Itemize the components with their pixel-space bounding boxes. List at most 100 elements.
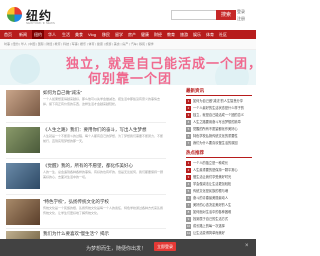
nav-item-sports[interactable]: 体育 xyxy=(206,30,214,39)
article-title[interactable]: 《觉醒》我的，所有的不愿望，都化作美好心 xyxy=(43,163,133,169)
sidebar-link[interactable]: 11 让生活变得简单而美好 xyxy=(186,230,250,236)
nav-item-study[interactable]: 留学 xyxy=(115,30,123,39)
sidebar-link-label: 特色学校弘扬传统文化的重要性 xyxy=(193,134,238,138)
site-logo-subtitle: NEWYORK ★ NEWS xyxy=(26,21,55,25)
rank-badge: 8 xyxy=(186,210,191,215)
rank-badge: 2 xyxy=(186,168,191,173)
nav-item-immigration[interactable]: 移民 xyxy=(102,30,110,39)
article-thumbnail[interactable] xyxy=(6,163,40,189)
sidebar-link[interactable]: 7 美好的心态决定美好的人生 xyxy=(186,202,250,208)
nav-item-health[interactable]: 健康 xyxy=(141,30,149,39)
nav-item-chinese[interactable]: 华人 xyxy=(48,30,56,39)
nav-item-travel[interactable]: 旅游 xyxy=(180,30,188,39)
sidebar-heading: 热点推荐 xyxy=(186,150,204,155)
login-now-button[interactable]: 立即登录 xyxy=(154,242,176,251)
article-title[interactable]: 如何为自己做“减法” xyxy=(43,90,82,96)
sidebar-link[interactable]: 1 一个人的独立是一种成长 xyxy=(186,160,250,166)
sidebar-link[interactable]: 6 特色学校弘扬传统文化的重要性 xyxy=(186,133,250,139)
sidebar-link[interactable]: 3 慢生活让我们享受美好时光 xyxy=(186,174,250,180)
sidebar-link-label: 人生最重要的是保持一颗平常心 xyxy=(193,168,238,172)
nav-item-news[interactable]: 新闻 xyxy=(19,30,27,39)
banner-subheadline: 何别靠一个团 xyxy=(88,71,173,86)
article-thumbnail[interactable] xyxy=(6,90,40,116)
nav-item-food[interactable]: 美食 xyxy=(75,30,83,39)
search-button[interactable]: 搜索 xyxy=(216,10,236,20)
banner-decoration xyxy=(10,54,40,84)
sidebar-link[interactable]: 10 成长路上的每一次选择 xyxy=(186,223,250,229)
top-header: 纽约 NEWYORK ★ NEWS 搜索 登录 注册 xyxy=(0,0,256,30)
divider xyxy=(6,194,166,195)
nav-item-education[interactable]: 教育 xyxy=(167,30,175,39)
article-thumbnail[interactable] xyxy=(6,231,40,239)
sidebar-link-label: 一个人的独立是一种成长 xyxy=(193,161,229,165)
login-link[interactable]: 登录 xyxy=(237,9,245,15)
sidebar-link-label: 独立，就是自己能活成一个团的意义 xyxy=(193,113,244,117)
nav-item-realestate[interactable]: 房产 xyxy=(128,30,136,39)
sidebar-link[interactable]: 7 我们为什么要喜欢慢生活的原因 xyxy=(186,140,250,146)
nav-item-finance[interactable]: 财经 xyxy=(154,30,162,39)
sidebar-link-label: 我们为什么要喜欢慢生活的原因 xyxy=(193,141,238,145)
sub-nav-links[interactable]: 时事 | 纽约 | 华人 | 中国 | 国际 | 财经 | 教育 | 科技 | … xyxy=(4,42,154,46)
nav-item-vlog[interactable]: Vlog xyxy=(88,30,96,39)
sidebar-link-label: 找到属于自己的生活方式 xyxy=(193,217,229,221)
sidebar-link[interactable]: 3 独立，就是自己能活成一个团的意义 xyxy=(186,112,250,118)
rank-badge: 9 xyxy=(186,217,191,222)
sidebar-link-label: 慢生活让我们享受美好时光 xyxy=(193,175,232,179)
sidebar-heading: 最新资讯 xyxy=(186,88,204,93)
divider xyxy=(186,157,252,158)
rank-badge: 6 xyxy=(186,134,191,139)
article-summary: 人生就是一个不断奋斗的过程，每个人都有自己的梦想，为了梦想我们需要不断努力，不断… xyxy=(43,134,164,143)
sidebar-link[interactable]: 8 如何面对生活中的各种困难 xyxy=(186,209,250,215)
sidebar-link[interactable]: 2 一个人最好的生活状态是什么样子的 xyxy=(186,105,250,111)
logo-icon[interactable] xyxy=(7,7,22,22)
sidebar-link[interactable]: 6 奋斗的青春最美丽最动人 xyxy=(186,195,250,201)
article-title[interactable]: 我们为什么要喜欢“慢生活”？揭示 xyxy=(43,231,109,237)
sidebar-link[interactable]: 4 学会做减法让生活更加轻松 xyxy=(186,181,250,187)
sidebar-link-label: 如何为自己做“减法”的人生智慧分享 xyxy=(193,99,243,103)
sidebar-link-label: 人生之路要用奋斗写出梦想的篇章 xyxy=(193,120,241,124)
divider xyxy=(186,95,252,96)
rank-badge: 4 xyxy=(186,120,191,125)
sidebar-link-label: 觉醒的所有不愿望都化作美好心 xyxy=(193,127,238,131)
sidebar-link-label: 成长路上的每一次选择 xyxy=(193,224,225,228)
sidebar-link[interactable]: 5 觉醒的所有不愿望都化作美好心 xyxy=(186,126,250,132)
search-input[interactable] xyxy=(171,10,216,20)
sidebar-link-label: 美好的心态决定美好的人生 xyxy=(193,203,232,207)
sidebar-link[interactable]: 2 人生最重要的是保持一颗平常心 xyxy=(186,167,250,173)
rank-badge: 4 xyxy=(186,182,191,187)
article-title[interactable]: 《人生之路》我们：要用你们的奋斗，写出人生梦想 xyxy=(43,127,147,133)
rank-badge: 11 xyxy=(186,231,191,236)
nav-item-entertainment[interactable]: 娱乐 xyxy=(193,30,201,39)
sidebar-link[interactable]: 5 传统文化是民族的根与魂 xyxy=(186,188,250,194)
divider xyxy=(6,158,166,159)
nav-item-newyork[interactable]: 纽约 xyxy=(32,30,44,39)
article-summary: 人的一生，总会遇到各种各样的事情，有好的也有坏的，但是无论如何，我们都要保持一颗… xyxy=(43,170,164,179)
nav-item-home[interactable]: 首页 xyxy=(4,30,12,39)
close-icon[interactable]: × xyxy=(245,243,249,249)
nav-item-life[interactable]: 生活 xyxy=(62,30,70,39)
sidebar-link[interactable]: 9 找到属于自己的生活方式 xyxy=(186,216,250,222)
divider xyxy=(6,122,166,123)
rank-badge: 1 xyxy=(186,99,191,104)
rank-badge: 3 xyxy=(186,113,191,118)
register-link[interactable]: 注册 xyxy=(237,16,245,22)
sidebar-link-label: 一个人最好的生活状态是什么样子的 xyxy=(193,106,244,110)
article-title[interactable]: “特色学校”，弘扬传统文化的学校 xyxy=(43,199,109,205)
login-prompt-text: 为梦想而生，随便你出发！ xyxy=(86,246,147,252)
main-nav: 首页 新闻 纽约 华人 生活 美食 Vlog 移民 留学 房产 健康 财经 教育… xyxy=(0,30,256,39)
sidebar-link-label: 传统文化是民族的根与魂 xyxy=(193,189,229,193)
article-thumbnail[interactable] xyxy=(6,127,40,153)
nav-item-community[interactable]: 社区 xyxy=(219,30,227,39)
sidebar-link-label: 让生活变得简单而美好 xyxy=(193,231,225,235)
rank-badge: 6 xyxy=(186,196,191,201)
article-thumbnail[interactable] xyxy=(6,199,40,225)
rank-badge: 1 xyxy=(186,161,191,166)
rank-badge: 2 xyxy=(186,106,191,111)
sidebar-link[interactable]: 4 人生之路要用奋斗写出梦想的篇章 xyxy=(186,119,250,125)
article-summary: 一个人如果想变得越来越好，那么他可以先学会做减法，把生活中那些没有意义的事情去掉… xyxy=(43,97,161,106)
sidebar-link-label: 学会做减法让生活更加轻松 xyxy=(193,182,232,186)
rank-badge: 7 xyxy=(186,203,191,208)
sub-nav: 时事 | 纽约 | 华人 | 中国 | 国际 | 财经 | 教育 | 科技 | … xyxy=(0,39,256,50)
sidebar-link[interactable]: 1 如何为自己做“减法”的人生智慧分享 xyxy=(186,98,250,104)
rank-badge: 5 xyxy=(186,189,191,194)
